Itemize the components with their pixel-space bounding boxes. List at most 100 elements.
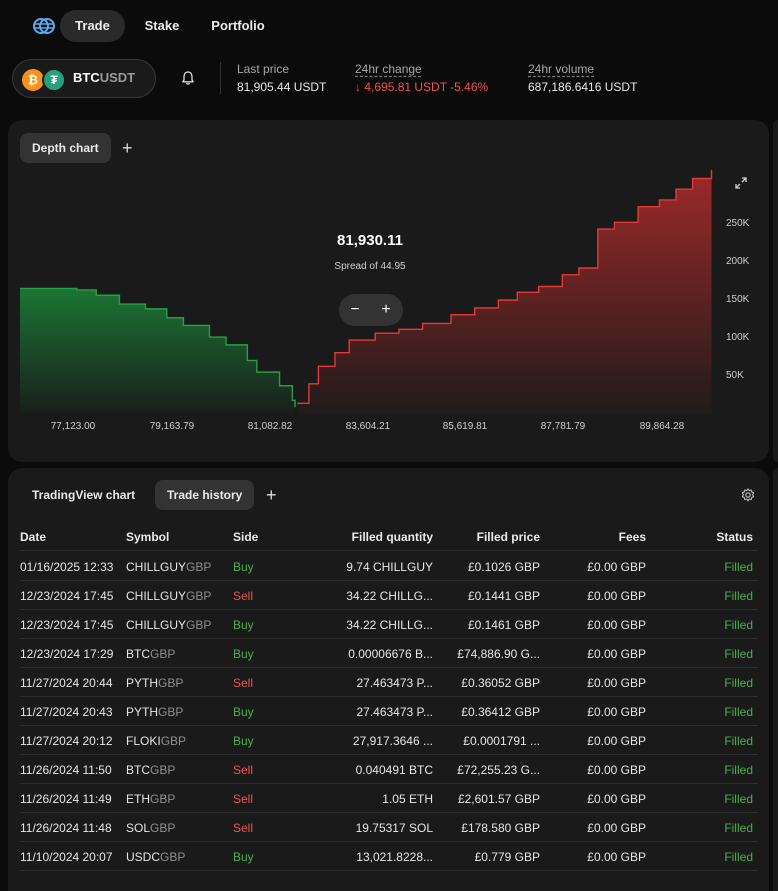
price-cell: £0.1026 GBP bbox=[467, 560, 540, 574]
fees-cell: £0.00 GBP bbox=[587, 705, 646, 719]
date-cell: 12/23/2024 17:29 bbox=[20, 647, 114, 661]
zoom-in-button[interactable]: + bbox=[376, 300, 396, 320]
fees-cell: £0.00 GBP bbox=[587, 676, 646, 690]
fees-cell: £0.00 GBP bbox=[587, 821, 646, 835]
fees-cell: £0.00 GBP bbox=[587, 647, 646, 661]
x-tick-label: 81,082.82 bbox=[247, 421, 293, 432]
side-cell: Buy bbox=[233, 647, 254, 661]
side-cell: Buy bbox=[233, 618, 254, 632]
fees-cell: £0.00 GBP bbox=[587, 792, 646, 806]
x-tick-label: 87,781.79 bbox=[540, 421, 586, 432]
status-cell: Filled bbox=[724, 734, 753, 748]
table-row[interactable]: 11/27/2024 20:44 PYTHGBP Sell 27.463473 P..… bbox=[20, 668, 758, 697]
x-tick-label: 79,163.79 bbox=[149, 421, 195, 432]
column-header-side[interactable]: Side bbox=[233, 530, 258, 544]
fees-cell: £0.00 GBP bbox=[587, 618, 646, 632]
column-header-fees[interactable]: Fees bbox=[546, 530, 646, 544]
mid-price: 81,930.11 bbox=[337, 232, 403, 249]
symbol-quote: GBP bbox=[150, 647, 176, 661]
fees-cell: £0.00 GBP bbox=[587, 734, 646, 748]
table-row[interactable]: 11/26/2024 11:50 BTCGBP Sell 0.040491 BTC £7… bbox=[20, 755, 758, 784]
date-cell: 11/27/2024 20:44 bbox=[20, 676, 113, 690]
column-header-filled-quantity[interactable]: Filled quantity bbox=[313, 530, 433, 544]
column-header-filled-price[interactable]: Filled price bbox=[430, 530, 540, 544]
table-row[interactable]: 12/23/2024 17:45 CHILLGUYGBP Sell 34.22 CHI… bbox=[20, 581, 758, 610]
symbol-cell: CHILLGUYGBP bbox=[126, 618, 226, 632]
symbol-cell: PYTHGBP bbox=[126, 705, 226, 719]
column-header-symbol[interactable]: Symbol bbox=[126, 530, 169, 544]
price-cell: £0.1461 GBP bbox=[467, 618, 540, 632]
table-row[interactable]: 11/10/2024 20:07 USDCGBP Buy 13,021.8228...… bbox=[20, 842, 758, 871]
date-cell: 11/27/2024 20:12 bbox=[20, 734, 113, 748]
price-cell: £0.0001791 ... bbox=[463, 734, 540, 748]
qty-cell: 27.463473 P... bbox=[356, 705, 433, 719]
table-row[interactable]: 11/27/2024 20:43 PYTHGBP Buy 27.463473 P...… bbox=[20, 697, 758, 726]
header-divider bbox=[20, 550, 758, 551]
side-cell: Buy bbox=[233, 560, 254, 574]
symbol-quote: GBP bbox=[150, 792, 176, 806]
table-row[interactable]: 11/27/2024 20:12 FLOKIGBP Buy 27,917.3646 .… bbox=[20, 726, 758, 755]
column-header-date[interactable]: Date bbox=[20, 530, 46, 544]
qty-cell: 13,021.8228... bbox=[356, 850, 433, 864]
symbol-base: SOL bbox=[126, 821, 151, 835]
qty-cell: 34.22 CHILLG... bbox=[346, 618, 433, 632]
x-tick-label: 85,619.81 bbox=[442, 421, 488, 432]
side-cell: Buy bbox=[233, 705, 254, 719]
price-cell: £74,886.90 G... bbox=[457, 647, 540, 661]
qty-cell: 34.22 CHILLG... bbox=[346, 589, 433, 603]
y-tick-label: 50K bbox=[726, 370, 744, 381]
bid-depth-area bbox=[20, 288, 296, 413]
qty-cell: 0.00006676 B... bbox=[348, 647, 433, 661]
side-cell: Sell bbox=[233, 792, 254, 806]
status-cell: Filled bbox=[724, 589, 753, 603]
symbol-quote: GBP bbox=[186, 589, 212, 603]
y-tick-label: 200K bbox=[726, 256, 750, 267]
qty-cell: 0.040491 BTC bbox=[355, 763, 433, 777]
symbol-base: PYTH bbox=[126, 705, 159, 719]
table-row[interactable]: 01/16/2025 12:33 CHILLGUYGBP Buy 9.74 CHILL… bbox=[20, 552, 758, 581]
symbol-base: CHILLGUY bbox=[126, 618, 187, 632]
symbol-cell: PYTHGBP bbox=[126, 676, 226, 690]
date-cell: 12/23/2024 17:45 bbox=[20, 618, 114, 632]
gear-icon[interactable] bbox=[741, 488, 755, 502]
symbol-cell: ETHGBP bbox=[126, 792, 226, 806]
date-cell: 01/16/2025 12:33 bbox=[20, 560, 114, 574]
status-cell: Filled bbox=[724, 705, 753, 719]
symbol-quote: GBP bbox=[160, 850, 186, 864]
symbol-quote: GBP bbox=[150, 821, 176, 835]
symbol-base: CHILLGUY bbox=[126, 560, 187, 574]
tab-trade-history[interactable]: Trade history bbox=[155, 480, 255, 510]
side-panel-edge bbox=[773, 468, 778, 891]
y-tick-label: 250K bbox=[726, 218, 750, 229]
date-cell: 11/26/2024 11:50 bbox=[20, 763, 112, 777]
add-tab-button[interactable]: + bbox=[266, 486, 277, 504]
symbol-quote: GBP bbox=[158, 676, 184, 690]
symbol-cell: FLOKIGBP bbox=[126, 734, 226, 748]
symbol-cell: BTCGBP bbox=[126, 763, 226, 777]
table-row[interactable]: 11/26/2024 11:49 ETHGBP Sell 1.05 ETH £2,601… bbox=[20, 784, 758, 813]
symbol-quote: GBP bbox=[186, 618, 212, 632]
status-cell: Filled bbox=[724, 618, 753, 632]
side-cell: Sell bbox=[233, 676, 254, 690]
y-tick-label: 100K bbox=[726, 332, 750, 343]
price-cell: £0.36412 GBP bbox=[461, 705, 540, 719]
side-cell: Buy bbox=[233, 850, 254, 864]
symbol-base: PYTH bbox=[126, 676, 159, 690]
zoom-out-button[interactable]: − bbox=[345, 300, 365, 320]
side-cell: Sell bbox=[233, 589, 254, 603]
table-row[interactable]: 12/23/2024 17:45 CHILLGUYGBP Buy 34.22 CHIL… bbox=[20, 610, 758, 639]
table-row[interactable]: 12/23/2024 17:29 BTCGBP Buy 0.00006676 B...… bbox=[20, 639, 758, 668]
symbol-base: USDC bbox=[126, 850, 161, 864]
table-row[interactable]: 11/26/2024 11:48 SOLGBP Sell 19.75317 SOL £1… bbox=[20, 813, 758, 842]
side-cell: Sell bbox=[233, 821, 254, 835]
date-cell: 11/26/2024 11:49 bbox=[20, 792, 112, 806]
fees-cell: £0.00 GBP bbox=[587, 850, 646, 864]
tab-tradingview-chart[interactable]: TradingView chart bbox=[20, 480, 147, 510]
column-header-status[interactable]: Status bbox=[663, 530, 753, 544]
date-cell: 12/23/2024 17:45 bbox=[20, 589, 114, 603]
symbol-base: BTC bbox=[126, 763, 150, 777]
symbol-quote: GBP bbox=[186, 560, 212, 574]
symbol-base: BTC bbox=[126, 647, 150, 661]
symbol-cell: USDCGBP bbox=[126, 850, 226, 864]
status-cell: Filled bbox=[724, 792, 753, 806]
